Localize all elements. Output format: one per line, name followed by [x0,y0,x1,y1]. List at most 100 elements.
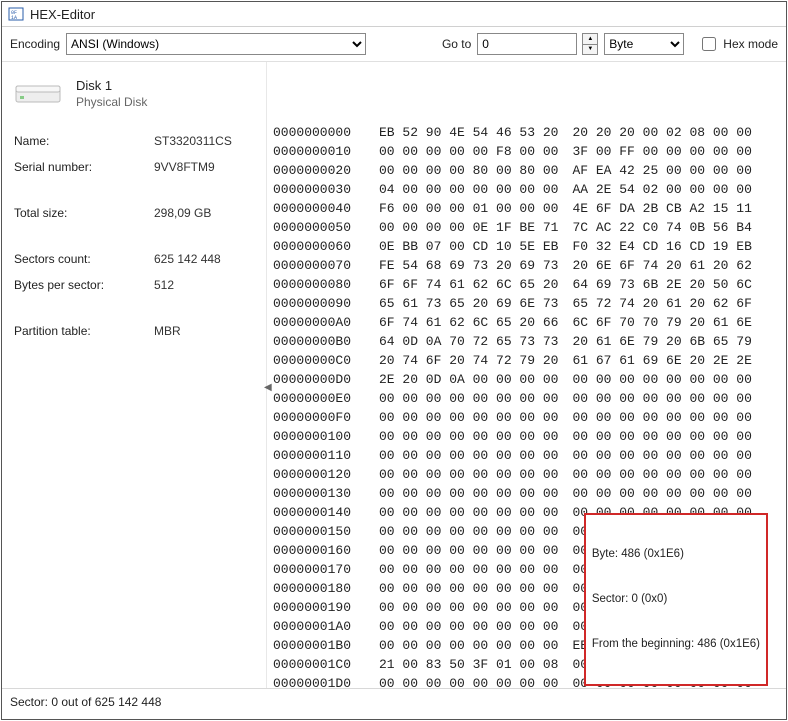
hex-bytes-left[interactable]: 00 00 00 00 00 00 00 00 [379,446,558,465]
hex-row[interactable]: 00000000B064 0D 0A 70 72 65 73 7320 61 6… [273,332,780,351]
hex-offset: 0000000090 [273,294,365,313]
hex-bytes-left[interactable]: 00 00 00 00 00 00 00 00 [379,465,558,484]
hex-bytes-left[interactable]: 64 0D 0A 70 72 65 73 73 [379,332,558,351]
hex-bytes-right[interactable]: 20 61 6E 79 20 6B 65 79 [572,332,751,351]
hex-row[interactable]: 00000000F0 00 00 00 00 00 00 00 00 00 00 0… [273,408,780,427]
hex-bytes-left[interactable]: 00 00 00 00 00 00 00 00 [379,579,558,598]
hex-bytes-left[interactable]: 00 00 00 00 80 00 80 00 [379,161,558,180]
hex-bytes-left[interactable]: 65 61 73 65 20 69 6E 73 [379,294,558,313]
hex-row[interactable]: 000000001000 00 00 00 00 F8 00 003F 00 F… [273,142,780,161]
goto-unit-select[interactable]: Byte [604,33,684,55]
hexmode-checkbox[interactable] [702,37,716,51]
hex-offset: 00000001C0 [273,655,365,674]
hex-offset: 0000000130 [273,484,365,503]
hex-bytes-left[interactable]: F6 00 00 00 01 00 00 00 [379,199,558,218]
hex-bytes-left[interactable]: 21 00 83 50 3F 01 00 08 [379,655,558,674]
encoding-select[interactable]: ANSI (Windows) [66,33,366,55]
hex-bytes-left[interactable]: 2E 20 0D 0A 00 00 00 00 [379,370,558,389]
goto-spinner[interactable]: ▲ ▼ [582,33,598,55]
hex-bytes-right[interactable]: 00 00 00 00 00 00 00 00 [572,484,751,503]
hex-bytes-right[interactable]: AF EA 42 25 00 00 00 00 [572,161,751,180]
hex-row[interactable]: 0000000120 00 00 00 00 00 00 00 00 00 00 0… [273,465,780,484]
hex-offset: 0000000020 [273,161,365,180]
hex-bytes-right[interactable]: 00 00 00 00 00 00 00 00 [572,389,751,408]
hex-row[interactable]: 0000000130 00 00 00 00 00 00 00 00 00 00 0… [273,484,780,503]
hex-bytes-right[interactable]: 00 00 00 00 00 00 00 00 [572,465,751,484]
hex-offset: 0000000060 [273,237,365,256]
hex-pane[interactable]: 0000000000 EB 52 90 4E 54 46 53 20 20 20 2… [267,62,786,688]
hex-offset: 00000001A0 [273,617,365,636]
hex-bytes-right[interactable]: 3F 00 FF 00 00 00 00 00 [572,142,751,161]
hex-bytes-right[interactable]: 7C AC 22 C0 74 0B 56 B4 [572,218,751,237]
hex-bytes-right[interactable]: 64 69 73 6B 2E 20 50 6C [572,275,751,294]
hex-bytes-right[interactable]: 65 72 74 20 61 20 62 6F [572,294,751,313]
hex-bytes-right[interactable]: 20 20 20 00 02 08 00 00 [572,123,751,142]
hex-offset: 00000000F0 [273,408,365,427]
hex-bytes-left[interactable]: 00 00 00 00 00 00 00 00 [379,636,558,655]
hex-row[interactable]: 00000000D0 2E 20 0D 0A 00 00 00 00 00 00 0… [273,370,780,389]
hex-bytes-right[interactable]: 4E 6F DA 2B CB A2 15 11 [572,199,751,218]
hex-bytes-right[interactable]: 20 6E 6F 74 20 61 20 62 [572,256,751,275]
hex-bytes-left[interactable]: 0E BB 07 00 CD 10 5E EB [379,237,558,256]
hex-offset: 00000000D0 [273,370,365,389]
hex-bytes-right[interactable]: 6C 6F 70 70 79 20 61 6E [572,313,751,332]
disk-icon [14,80,62,108]
hex-bytes-right[interactable]: 00 00 00 00 00 00 00 00 [572,370,751,389]
hex-offset: 0000000070 [273,256,365,275]
hex-bytes-left[interactable]: 6F 74 61 62 6C 65 20 66 [379,313,558,332]
hex-row[interactable]: 000000003004 00 00 00 00 00 00 00AA 2E 5… [273,180,780,199]
hex-bytes-left[interactable]: 00 00 00 00 00 00 00 00 [379,674,558,688]
hex-bytes-left[interactable]: FE 54 68 69 73 20 69 73 [379,256,558,275]
hex-bytes-left[interactable]: 00 00 00 00 00 F8 00 00 [379,142,558,161]
hex-offset: 0000000190 [273,598,365,617]
status-bar: Sector: 0 out of 625 142 448 [2,688,786,719]
goto-step-down[interactable]: ▼ [583,45,597,55]
hex-bytes-left[interactable]: EB 52 90 4E 54 46 53 20 [379,123,558,142]
goto-step-up[interactable]: ▲ [583,34,597,45]
hex-row[interactable]: 00000000806F 6F 74 61 62 6C 65 2064 69 7… [273,275,780,294]
hex-row[interactable]: 0000000040 F6 00 00 00 01 00 00 00 4E 6F D… [273,199,780,218]
hex-row[interactable]: 00000000A06F 74 61 62 6C 65 20 666C 6F 7… [273,313,780,332]
hex-offset: 0000000000 [273,123,365,142]
encoding-label: Encoding [10,37,60,51]
hex-bytes-left[interactable]: 00 00 00 00 00 00 00 00 [379,408,558,427]
hex-row[interactable]: 00000000C020 74 6F 20 74 72 79 2061 67 6… [273,351,780,370]
hex-row[interactable]: 0000000090 65 61 73 65 20 69 6E 73 65 72 7… [273,294,780,313]
kv-serial: Serial number: 9VV8FTM9 [10,155,258,179]
hex-row[interactable]: 0000000000 EB 52 90 4E 54 46 53 20 20 20 2… [273,123,780,142]
hex-bytes-left[interactable]: 20 74 6F 20 74 72 79 20 [379,351,558,370]
hex-bytes-left[interactable]: 00 00 00 00 00 00 00 00 [379,484,558,503]
hex-bytes-left[interactable]: 00 00 00 00 00 00 00 00 [379,541,558,560]
hex-bytes-right[interactable]: AA 2E 54 02 00 00 00 00 [572,180,751,199]
hex-bytes-left[interactable]: 00 00 00 00 0E 1F BE 71 [379,218,558,237]
hex-row[interactable]: 0000000070 FE 54 68 69 73 20 69 73 20 6E 6… [273,256,780,275]
hex-editor-window: 0F 1A HEX-Editor Encoding ANSI (Windows)… [1,1,787,720]
hex-row[interactable]: 000000010000 00 00 00 00 00 00 0000 00 0… [273,427,780,446]
hex-bytes-right[interactable]: 00 00 00 00 00 00 00 00 [572,446,751,465]
hex-bytes-left[interactable]: 00 00 00 00 00 00 00 00 [379,598,558,617]
hex-bytes-left[interactable]: 00 00 00 00 00 00 00 00 [379,427,558,446]
hex-offset: 0000000040 [273,199,365,218]
hex-row[interactable]: 000000011000 00 00 00 00 00 00 0000 00 0… [273,446,780,465]
hex-bytes-left[interactable]: 04 00 00 00 00 00 00 00 [379,180,558,199]
hexmode-toggle[interactable]: Hex mode [698,34,778,54]
svg-text:1A: 1A [11,15,17,21]
hex-bytes-right[interactable]: 00 00 00 00 00 00 00 00 [572,427,751,446]
hex-bytes-left[interactable]: 00 00 00 00 00 00 00 00 [379,389,558,408]
hex-bytes-left[interactable]: 00 00 00 00 00 00 00 00 [379,503,558,522]
kv-sectors: Sectors count: 625 142 448 [10,247,258,271]
hex-bytes-right[interactable]: F0 32 E4 CD 16 CD 19 EB [572,237,751,256]
hex-bytes-left[interactable]: 00 00 00 00 00 00 00 00 [379,617,558,636]
hex-bytes-right[interactable]: 00 00 00 00 00 00 00 00 [572,408,751,427]
hex-row[interactable]: 00000000E000 00 00 00 00 00 00 0000 00 0… [273,389,780,408]
hex-bytes-left[interactable]: 00 00 00 00 00 00 00 00 [379,560,558,579]
titlebar: 0F 1A HEX-Editor [2,2,786,27]
hex-row[interactable]: 0000000060 0E BB 07 00 CD 10 5E EB F0 32 E… [273,237,780,256]
hex-row[interactable]: 000000005000 00 00 00 0E 1F BE 717C AC 2… [273,218,780,237]
hex-row[interactable]: 0000000020 00 00 00 00 80 00 80 00 AF EA 4… [273,161,780,180]
hex-bytes-left[interactable]: 6F 6F 74 61 62 6C 65 20 [379,275,558,294]
hex-bytes-left[interactable]: 00 00 00 00 00 00 00 00 [379,522,558,541]
goto-input[interactable] [477,33,577,55]
hex-bytes-right[interactable]: 61 67 61 69 6E 20 2E 2E [572,351,751,370]
hex-offset: 0000000120 [273,465,365,484]
